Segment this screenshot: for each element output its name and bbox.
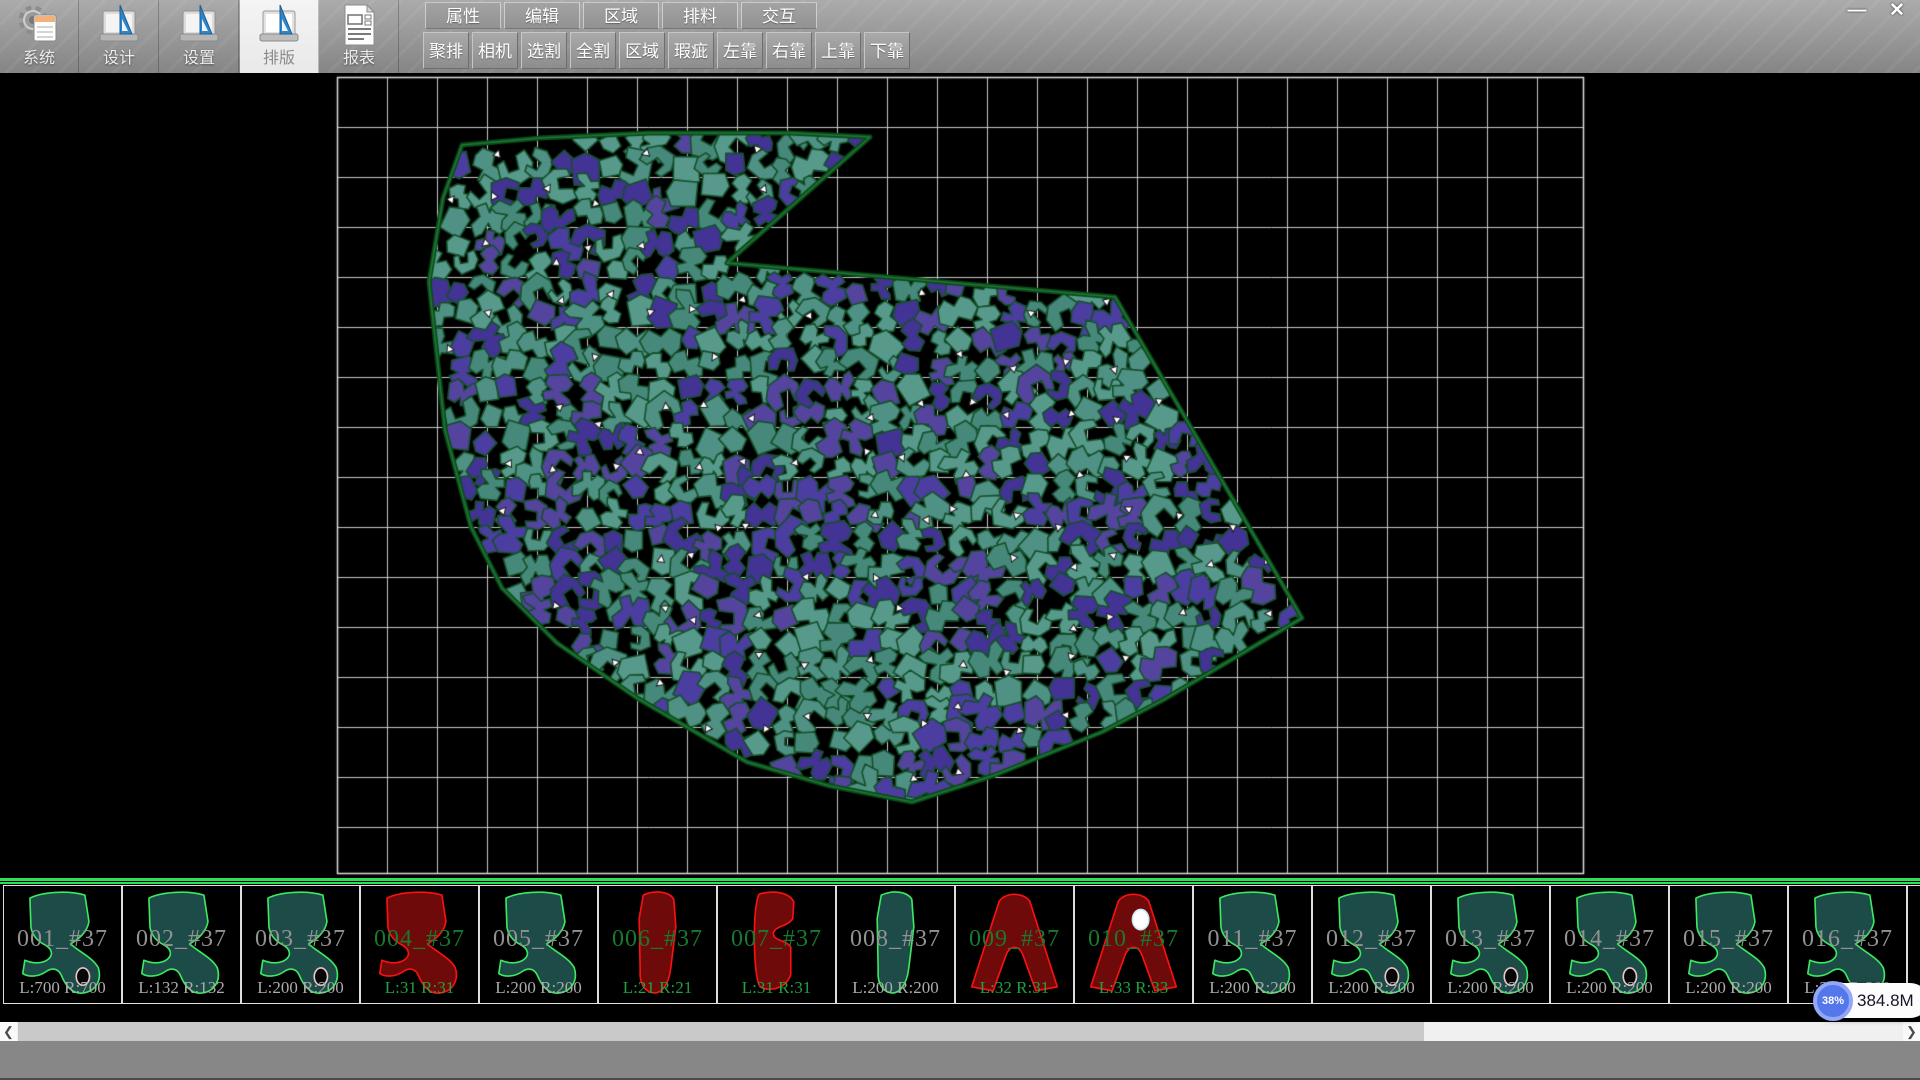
tool-cluster-nest[interactable]: 聚排 — [423, 32, 469, 69]
thumbnail-cell[interactable]: 006_#37 L:21 R:21 — [598, 885, 717, 1004]
thumbnail-cell[interactable]: 014_#37 L:200 R:200 — [1550, 885, 1669, 1004]
tool-defect[interactable]: 瑕疵 — [668, 32, 714, 69]
piece-lr-label: L:200 R:200 — [1670, 978, 1787, 998]
tool-cut-all[interactable]: 全割 — [570, 32, 616, 69]
piece-id-label: 006_#37 — [599, 926, 716, 953]
ribbon-toolbar: 系统 设计 设置 — [0, 0, 1920, 73]
piece-id-label: 005_#37 — [480, 926, 597, 953]
piece-id-label: 007_#37 — [718, 926, 835, 953]
tool-align-top[interactable]: 上靠 — [815, 32, 861, 69]
piece-lr-label: L:200 R:200 — [1313, 978, 1430, 998]
thumbnail-cell[interactable]: 003_#37 L:200 R:200 — [241, 885, 360, 1004]
piece-lr-label: L:21 R:21 — [599, 978, 716, 998]
nav-report[interactable]: 报表 — [320, 0, 399, 73]
piece-id-label: 012_#37 — [1313, 926, 1430, 953]
thumbnail-cell[interactable]: 004_#37 L:31 R:31 — [360, 885, 479, 1004]
piece-lr-label: L:132 R:132 — [123, 978, 240, 998]
close-button[interactable]: ✕ — [1882, 0, 1912, 24]
piece-id-label: 013_#37 — [1432, 926, 1549, 953]
piece-id-label: 016_#37 — [1789, 926, 1906, 953]
thumbnail-cell[interactable]: 009_#37 L:32 R:31 — [955, 885, 1074, 1004]
tool-align-right[interactable]: 右靠 — [766, 32, 812, 69]
tool-camera[interactable]: 相机 — [472, 32, 518, 69]
nav-design-label: 设计 — [103, 47, 135, 71]
piece-id-label: 001_#37 — [4, 926, 121, 953]
piece-lr-label: L:33 R:33 — [1075, 978, 1192, 998]
tool-cut-selected[interactable]: 选割 — [521, 32, 567, 69]
memory-size: 384.8M — [1857, 991, 1914, 1011]
app-window: 系统 设计 设置 — [0, 0, 1920, 1080]
piece-id-label: 002_#37 — [123, 926, 240, 953]
nav-settings[interactable]: 设置 — [160, 0, 239, 73]
piece-lr-label: L:31 R:31 — [718, 978, 835, 998]
piece-lr-label: L:200 R:200 — [837, 978, 954, 998]
nesting-canvas[interactable] — [0, 73, 1920, 878]
piece-thumbnail-strip: 001_#37 L:700 R:700 002_#37 L:132 R:132 … — [0, 878, 1920, 1022]
nav-settings-label: 设置 — [183, 47, 215, 71]
thumbnail-cell[interactable]: 013_#37 L:200 R:200 — [1431, 885, 1550, 1004]
menu-tab-row: 属性 编辑 区域 排料 交互 — [425, 2, 817, 29]
piece-lr-label: L:200 R:200 — [1551, 978, 1668, 998]
minimize-button[interactable]: — — [1842, 0, 1872, 24]
piece-lr-label: L:200 R:200 — [1194, 978, 1311, 998]
memory-badge: 38% 384.8M — [1815, 983, 1920, 1018]
menu-tab-nesting[interactable]: 排料 — [662, 2, 738, 29]
thumbnail-cell[interactable]: 012_#37 L:200 R:200 — [1312, 885, 1431, 1004]
tool-button-row: 聚排 相机 选割 全割 区域 瑕疵 左靠 右靠 上靠 下靠 — [423, 32, 910, 69]
piece-lr-label: L:200 R:200 — [480, 978, 597, 998]
report-doc-icon — [336, 3, 382, 47]
piece-lr-label: L:700 R:700 — [4, 978, 121, 998]
piece-lr-label: L:31 R:31 — [361, 978, 478, 998]
menu-tab-region[interactable]: 区域 — [583, 2, 659, 29]
nav-design[interactable]: 设计 — [80, 0, 159, 73]
thumbnail-cell[interactable]: 010_#37 L:33 R:33 — [1074, 885, 1193, 1004]
thumbnail-row: 001_#37 L:700 R:700 002_#37 L:132 R:132 … — [3, 885, 1920, 1004]
thumbnail-cell[interactable]: 015_#37 L:200 R:200 — [1669, 885, 1788, 1004]
menu-tab-interactive[interactable]: 交互 — [741, 2, 817, 29]
piece-lr-label: L:32 R:31 — [956, 978, 1073, 998]
nav-layout-label: 排版 — [263, 47, 295, 71]
piece-id-label: 004_#37 — [361, 926, 478, 953]
tool-align-bottom[interactable]: 下靠 — [864, 32, 910, 69]
design-ruler-icon — [96, 3, 142, 47]
scroll-left-arrow-icon[interactable]: ❮ — [0, 1022, 17, 1041]
nav-layout[interactable]: 排版 — [240, 0, 319, 73]
tool-align-left[interactable]: 左靠 — [717, 32, 763, 69]
horizontal-scrollbar[interactable]: ❮ ❯ — [0, 1022, 1920, 1041]
memory-percent-ring: 38% — [1813, 981, 1853, 1021]
piece-id-label: 003_#37 — [242, 926, 359, 953]
layout-ruler-icon — [256, 3, 302, 47]
thumbnail-cell[interactable]: 007_#37 L:31 R:31 — [717, 885, 836, 1004]
nav-system[interactable]: 系统 — [0, 0, 79, 73]
scrollbar-thumb[interactable] — [18, 1022, 1424, 1041]
piece-lr-label: L:200 R:200 — [1432, 978, 1549, 998]
thumbnail-cell[interactable]: 001_#37 L:700 R:700 — [3, 885, 122, 1004]
thumbnail-cell[interactable]: 005_#37 L:200 R:200 — [479, 885, 598, 1004]
menu-tab-edit[interactable]: 编辑 — [504, 2, 580, 29]
piece-id-label: 010_#37 — [1075, 926, 1192, 953]
thumbnail-cell[interactable]: 011_#37 L:200 R:200 — [1193, 885, 1312, 1004]
menu-tab-properties[interactable]: 属性 — [425, 2, 501, 29]
strip-separator-line — [0, 878, 1920, 881]
piece-id-label: 008_#37 — [837, 926, 954, 953]
nav-system-label: 系统 — [23, 47, 55, 71]
thumbnail-cell[interactable]: 008_#37 L:200 R:200 — [836, 885, 955, 1004]
piece-id-label: 011_#37 — [1194, 926, 1311, 953]
thumbnail-cell[interactable]: 002_#37 L:132 R:132 — [122, 885, 241, 1004]
tool-region[interactable]: 区域 — [619, 32, 665, 69]
strip-separator-line2 — [0, 882, 1920, 884]
piece-lr-label: L:200 R:200 — [242, 978, 359, 998]
piece-id-label: 009_#37 — [956, 926, 1073, 953]
memory-percent: 38% — [1822, 995, 1844, 1007]
status-bar — [0, 1041, 1920, 1080]
nav-report-label: 报表 — [343, 47, 375, 71]
system-gear-icon — [16, 3, 62, 47]
window-controls: — ✕ — [1842, 0, 1912, 24]
piece-id-label: 014_#37 — [1551, 926, 1668, 953]
piece-id-label: 015_#37 — [1670, 926, 1787, 953]
settings-ruler-icon — [176, 3, 222, 47]
scroll-right-arrow-icon[interactable]: ❯ — [1903, 1022, 1920, 1041]
